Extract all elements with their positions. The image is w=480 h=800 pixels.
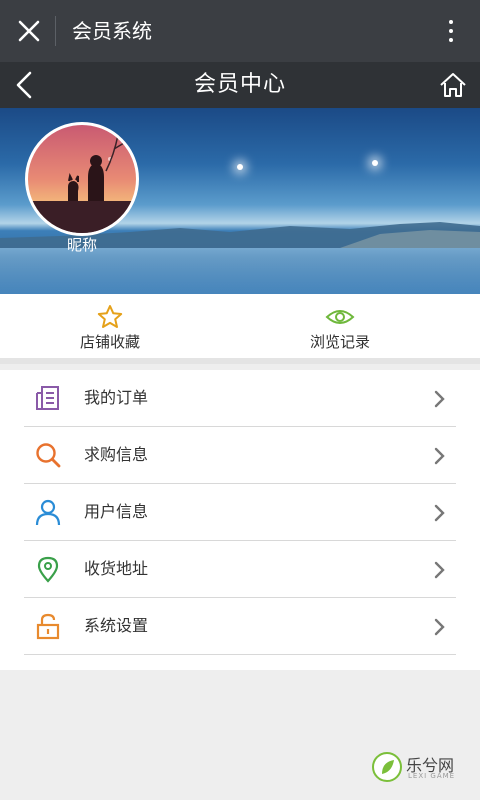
shop-favorites-button[interactable]: 店铺收藏 [30, 294, 190, 358]
more-menu-icon[interactable] [446, 18, 456, 44]
menu-list: 我的订单 求购信息 用户信息 收货地址 系统设置 [0, 370, 480, 670]
nickname: 昵称 [66, 236, 97, 254]
watermark-subtext: LEXI GAME [408, 772, 456, 780]
avatar-image [28, 134, 136, 233]
chevron-right-icon [434, 618, 445, 636]
site-watermark: 乐兮网 LEXI GAME [372, 750, 472, 786]
avatar[interactable] [25, 122, 139, 236]
shortcut-row: 店铺收藏 浏览记录 [0, 294, 480, 364]
user-icon [35, 499, 61, 526]
menu-item-purchase-requests[interactable]: 求购信息 [24, 427, 456, 484]
chevron-right-icon [434, 504, 445, 522]
eye-icon [325, 310, 355, 324]
window-title: 会员系统 [72, 19, 152, 43]
menu-item-my-orders[interactable]: 我的订单 [24, 370, 456, 427]
chevron-right-icon [434, 447, 445, 465]
close-icon[interactable] [16, 18, 42, 44]
menu-item-user-info[interactable]: 用户信息 [24, 484, 456, 541]
menu-item-label: 用户信息 [84, 502, 149, 521]
location-pin-icon [37, 556, 59, 583]
menu-item-label: 我的订单 [84, 388, 149, 407]
browsing-history-label: 浏览记录 [309, 333, 370, 351]
star-icon [97, 305, 123, 328]
menu-item-label: 收货地址 [84, 559, 149, 578]
page-title: 会员中心 [193, 72, 286, 97]
light-flare [372, 160, 378, 166]
browsing-history-button[interactable]: 浏览记录 [260, 294, 420, 358]
shop-favorites-label: 店铺收藏 [79, 333, 140, 351]
watermark-logo-icon [372, 752, 402, 782]
lock-icon [36, 613, 60, 640]
search-icon [36, 443, 61, 468]
light-flare [237, 164, 243, 170]
chevron-right-icon [434, 390, 445, 408]
home-icon[interactable] [438, 70, 468, 100]
page-header: 会员中心 [0, 62, 480, 108]
divider [55, 16, 56, 46]
menu-item-label: 求购信息 [84, 445, 149, 464]
menu-item-system-settings[interactable]: 系统设置 [24, 598, 456, 655]
menu-item-label: 系统设置 [84, 616, 149, 635]
profile-banner: 昵称 [0, 108, 480, 294]
order-icon [36, 386, 59, 410]
menu-item-shipping-address[interactable]: 收货地址 [24, 541, 456, 598]
chevron-right-icon [434, 561, 445, 579]
top-bar: 会员系统 [0, 0, 480, 62]
